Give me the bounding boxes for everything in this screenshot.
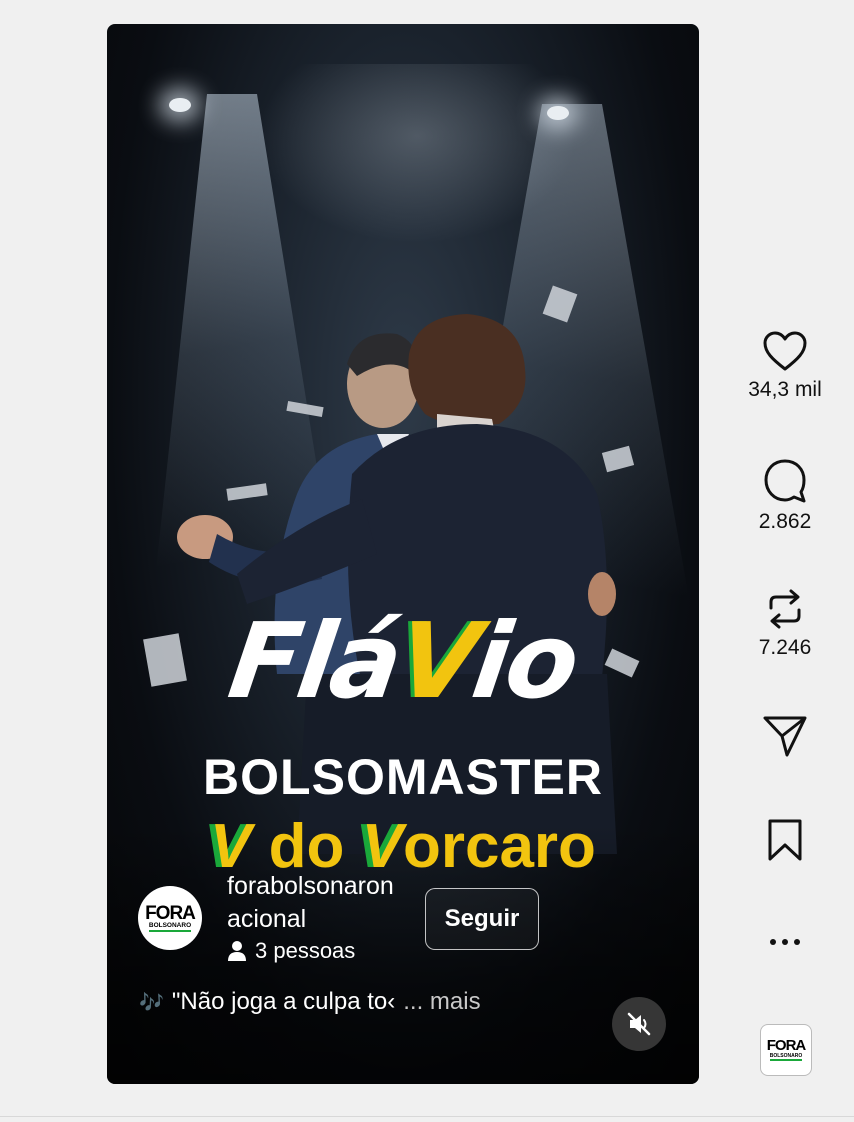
audio-caption-text: "Não joga a culpa to‹ [171,988,396,1015]
stage-lamp-left [169,98,191,112]
more-icon [770,939,800,945]
more-options-action[interactable] [733,932,837,952]
avatar-logo-text: FORA [145,902,196,924]
title-flavio: FláVio [222,600,584,722]
like-count: 34,3 mil [748,378,822,401]
repost-action[interactable]: 7.246 [733,588,837,660]
like-action[interactable]: 34,3 mil [733,330,837,402]
title-bolsomaster: BOLSOMASTER [203,749,603,805]
audio-caption[interactable]: 🎶 "Não joga a culpa to‹ ... mais [139,988,481,1016]
avatar-logo-subtext: BOLSONARO [148,922,192,932]
follow-button[interactable]: Seguir [425,888,539,950]
more-link[interactable]: ... mais [403,988,480,1016]
comment-action[interactable]: 2.862 [733,458,837,534]
share-icon [763,716,807,757]
person-icon [228,941,246,961]
title-v-do-vorcaro: V do Vorcaro [210,812,596,881]
share-action[interactable] [733,714,837,758]
heart-icon [763,331,807,371]
stage-lamp-right [547,106,569,120]
repost-icon [769,589,801,629]
side-logo-subtext: BOLSONARO [769,1053,803,1061]
collaborators-info[interactable]: 3 pessoas [227,938,355,964]
author-username[interactable]: forabolsonaronacional [227,870,397,936]
people-count: 3 pessoas [255,938,356,963]
page-divider [0,1116,854,1117]
side-logo-text: FORA [766,1037,806,1054]
mute-icon [627,1012,651,1036]
music-note-icon: 🎶 [139,990,164,1014]
comment-icon [764,459,806,503]
reel-video[interactable]: FláVio BOLSOMASTER V do Vorcaro FORA BOL… [107,24,699,1084]
repost-count: 7.246 [758,636,812,659]
audio-source-logo[interactable]: FORA BOLSONARO [760,1024,812,1076]
comment-count: 2.862 [758,510,812,533]
author-avatar[interactable]: FORA BOLSONARO [138,886,202,950]
save-action[interactable] [733,818,837,862]
mute-button[interactable] [612,997,666,1051]
stage-haze [257,64,577,244]
bookmark-icon [768,819,802,861]
